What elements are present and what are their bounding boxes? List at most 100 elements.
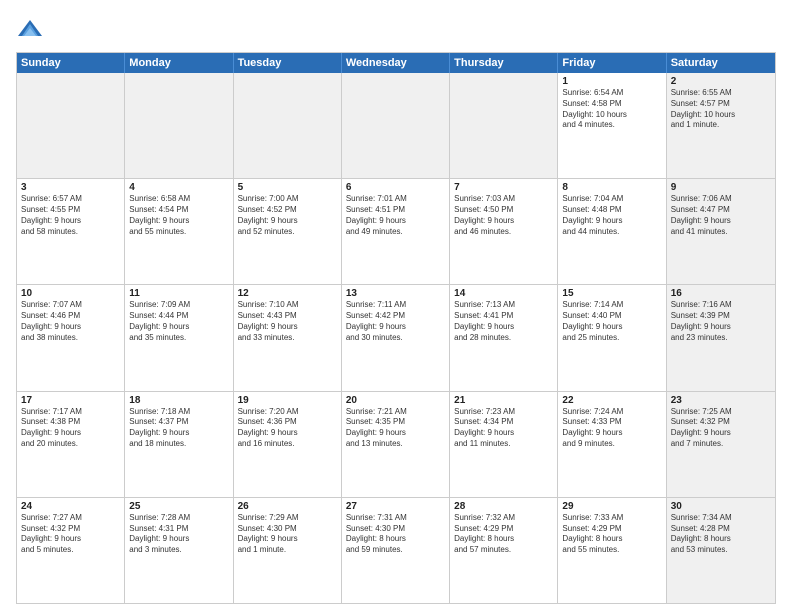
day-number: 29	[562, 501, 661, 512]
day-info: Sunrise: 7:04 AM Sunset: 4:48 PM Dayligh…	[562, 194, 661, 237]
day-number: 25	[129, 501, 228, 512]
calendar-cell	[234, 73, 342, 178]
day-info: Sunrise: 7:10 AM Sunset: 4:43 PM Dayligh…	[238, 300, 337, 343]
calendar-cell: 17Sunrise: 7:17 AM Sunset: 4:38 PM Dayli…	[17, 392, 125, 497]
calendar-cell	[342, 73, 450, 178]
day-number: 26	[238, 501, 337, 512]
day-info: Sunrise: 7:31 AM Sunset: 4:30 PM Dayligh…	[346, 513, 445, 556]
calendar-cell: 24Sunrise: 7:27 AM Sunset: 4:32 PM Dayli…	[17, 498, 125, 603]
calendar-cell: 25Sunrise: 7:28 AM Sunset: 4:31 PM Dayli…	[125, 498, 233, 603]
calendar-cell: 26Sunrise: 7:29 AM Sunset: 4:30 PM Dayli…	[234, 498, 342, 603]
calendar-cell: 12Sunrise: 7:10 AM Sunset: 4:43 PM Dayli…	[234, 285, 342, 390]
day-info: Sunrise: 7:00 AM Sunset: 4:52 PM Dayligh…	[238, 194, 337, 237]
calendar-cell: 28Sunrise: 7:32 AM Sunset: 4:29 PM Dayli…	[450, 498, 558, 603]
calendar-header: SundayMondayTuesdayWednesdayThursdayFrid…	[17, 53, 775, 73]
calendar-cell: 23Sunrise: 7:25 AM Sunset: 4:32 PM Dayli…	[667, 392, 775, 497]
logo-icon	[16, 16, 44, 44]
day-number: 13	[346, 288, 445, 299]
calendar-week-row: 1Sunrise: 6:54 AM Sunset: 4:58 PM Daylig…	[17, 73, 775, 179]
day-info: Sunrise: 7:34 AM Sunset: 4:28 PM Dayligh…	[671, 513, 771, 556]
calendar-cell: 16Sunrise: 7:16 AM Sunset: 4:39 PM Dayli…	[667, 285, 775, 390]
logo	[16, 16, 48, 44]
day-number: 18	[129, 395, 228, 406]
calendar-cell: 8Sunrise: 7:04 AM Sunset: 4:48 PM Daylig…	[558, 179, 666, 284]
calendar-header-day: Wednesday	[342, 53, 450, 73]
calendar-cell: 19Sunrise: 7:20 AM Sunset: 4:36 PM Dayli…	[234, 392, 342, 497]
day-number: 7	[454, 182, 553, 193]
calendar-cell	[125, 73, 233, 178]
day-info: Sunrise: 7:27 AM Sunset: 4:32 PM Dayligh…	[21, 513, 120, 556]
day-number: 23	[671, 395, 771, 406]
day-info: Sunrise: 7:18 AM Sunset: 4:37 PM Dayligh…	[129, 407, 228, 450]
calendar-cell	[17, 73, 125, 178]
calendar-header-day: Tuesday	[234, 53, 342, 73]
day-info: Sunrise: 6:54 AM Sunset: 4:58 PM Dayligh…	[562, 88, 661, 131]
day-info: Sunrise: 7:25 AM Sunset: 4:32 PM Dayligh…	[671, 407, 771, 450]
day-number: 14	[454, 288, 553, 299]
day-number: 1	[562, 76, 661, 87]
day-info: Sunrise: 7:32 AM Sunset: 4:29 PM Dayligh…	[454, 513, 553, 556]
day-number: 28	[454, 501, 553, 512]
calendar: SundayMondayTuesdayWednesdayThursdayFrid…	[16, 52, 776, 604]
calendar-cell: 7Sunrise: 7:03 AM Sunset: 4:50 PM Daylig…	[450, 179, 558, 284]
day-number: 24	[21, 501, 120, 512]
day-number: 15	[562, 288, 661, 299]
calendar-header-day: Saturday	[667, 53, 775, 73]
calendar-cell: 6Sunrise: 7:01 AM Sunset: 4:51 PM Daylig…	[342, 179, 450, 284]
day-number: 22	[562, 395, 661, 406]
day-info: Sunrise: 6:55 AM Sunset: 4:57 PM Dayligh…	[671, 88, 771, 131]
day-info: Sunrise: 7:16 AM Sunset: 4:39 PM Dayligh…	[671, 300, 771, 343]
day-info: Sunrise: 7:03 AM Sunset: 4:50 PM Dayligh…	[454, 194, 553, 237]
day-number: 30	[671, 501, 771, 512]
calendar-cell: 2Sunrise: 6:55 AM Sunset: 4:57 PM Daylig…	[667, 73, 775, 178]
day-number: 19	[238, 395, 337, 406]
day-info: Sunrise: 7:21 AM Sunset: 4:35 PM Dayligh…	[346, 407, 445, 450]
calendar-cell: 20Sunrise: 7:21 AM Sunset: 4:35 PM Dayli…	[342, 392, 450, 497]
calendar-cell: 11Sunrise: 7:09 AM Sunset: 4:44 PM Dayli…	[125, 285, 233, 390]
day-info: Sunrise: 7:11 AM Sunset: 4:42 PM Dayligh…	[346, 300, 445, 343]
day-number: 17	[21, 395, 120, 406]
page: SundayMondayTuesdayWednesdayThursdayFrid…	[0, 0, 792, 612]
calendar-week-row: 3Sunrise: 6:57 AM Sunset: 4:55 PM Daylig…	[17, 179, 775, 285]
day-info: Sunrise: 7:28 AM Sunset: 4:31 PM Dayligh…	[129, 513, 228, 556]
calendar-header-day: Sunday	[17, 53, 125, 73]
calendar-cell: 27Sunrise: 7:31 AM Sunset: 4:30 PM Dayli…	[342, 498, 450, 603]
calendar-header-day: Friday	[558, 53, 666, 73]
calendar-cell: 22Sunrise: 7:24 AM Sunset: 4:33 PM Dayli…	[558, 392, 666, 497]
day-number: 27	[346, 501, 445, 512]
calendar-week-row: 17Sunrise: 7:17 AM Sunset: 4:38 PM Dayli…	[17, 392, 775, 498]
calendar-cell: 18Sunrise: 7:18 AM Sunset: 4:37 PM Dayli…	[125, 392, 233, 497]
day-info: Sunrise: 7:09 AM Sunset: 4:44 PM Dayligh…	[129, 300, 228, 343]
day-number: 12	[238, 288, 337, 299]
day-info: Sunrise: 7:07 AM Sunset: 4:46 PM Dayligh…	[21, 300, 120, 343]
calendar-week-row: 10Sunrise: 7:07 AM Sunset: 4:46 PM Dayli…	[17, 285, 775, 391]
calendar-cell: 14Sunrise: 7:13 AM Sunset: 4:41 PM Dayli…	[450, 285, 558, 390]
day-info: Sunrise: 7:20 AM Sunset: 4:36 PM Dayligh…	[238, 407, 337, 450]
day-info: Sunrise: 7:01 AM Sunset: 4:51 PM Dayligh…	[346, 194, 445, 237]
day-info: Sunrise: 7:29 AM Sunset: 4:30 PM Dayligh…	[238, 513, 337, 556]
day-info: Sunrise: 7:24 AM Sunset: 4:33 PM Dayligh…	[562, 407, 661, 450]
day-number: 3	[21, 182, 120, 193]
day-number: 21	[454, 395, 553, 406]
day-info: Sunrise: 6:57 AM Sunset: 4:55 PM Dayligh…	[21, 194, 120, 237]
calendar-cell: 10Sunrise: 7:07 AM Sunset: 4:46 PM Dayli…	[17, 285, 125, 390]
calendar-cell: 5Sunrise: 7:00 AM Sunset: 4:52 PM Daylig…	[234, 179, 342, 284]
day-info: Sunrise: 7:06 AM Sunset: 4:47 PM Dayligh…	[671, 194, 771, 237]
day-number: 11	[129, 288, 228, 299]
calendar-header-day: Monday	[125, 53, 233, 73]
calendar-cell: 4Sunrise: 6:58 AM Sunset: 4:54 PM Daylig…	[125, 179, 233, 284]
calendar-cell	[450, 73, 558, 178]
header	[16, 16, 776, 44]
calendar-cell: 15Sunrise: 7:14 AM Sunset: 4:40 PM Dayli…	[558, 285, 666, 390]
calendar-cell: 1Sunrise: 6:54 AM Sunset: 4:58 PM Daylig…	[558, 73, 666, 178]
day-number: 4	[129, 182, 228, 193]
day-number: 6	[346, 182, 445, 193]
day-number: 5	[238, 182, 337, 193]
day-number: 9	[671, 182, 771, 193]
day-info: Sunrise: 6:58 AM Sunset: 4:54 PM Dayligh…	[129, 194, 228, 237]
calendar-cell: 21Sunrise: 7:23 AM Sunset: 4:34 PM Dayli…	[450, 392, 558, 497]
calendar-body: 1Sunrise: 6:54 AM Sunset: 4:58 PM Daylig…	[17, 73, 775, 603]
day-number: 20	[346, 395, 445, 406]
calendar-cell: 30Sunrise: 7:34 AM Sunset: 4:28 PM Dayli…	[667, 498, 775, 603]
day-info: Sunrise: 7:13 AM Sunset: 4:41 PM Dayligh…	[454, 300, 553, 343]
